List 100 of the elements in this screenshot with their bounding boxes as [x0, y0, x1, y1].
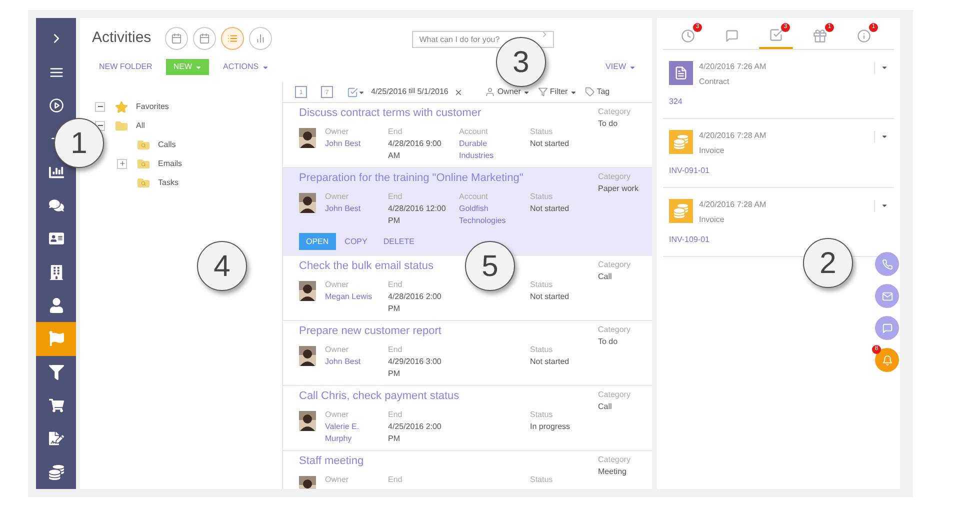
expand-toggle[interactable] — [117, 158, 127, 168]
contact-card-icon — [48, 231, 64, 246]
field-value: 4/28/2016 12:00 PM — [388, 203, 447, 227]
bell-icon — [882, 354, 892, 366]
field-value: In progress — [530, 421, 572, 433]
checkbox-icon — [769, 28, 783, 42]
field-label: Status — [530, 279, 554, 291]
field-label: Owner — [325, 409, 350, 421]
search-field[interactable]: What can I do for you? — [412, 31, 554, 48]
tag-icon — [584, 87, 595, 97]
activity-title[interactable]: Discuss contract terms with customer — [299, 106, 482, 121]
calendar-check-icon[interactable] — [347, 86, 365, 98]
person-icon — [485, 87, 496, 97]
field-value: Not started — [530, 356, 570, 368]
list-icon — [227, 32, 238, 44]
field-link[interactable]: Goldfish Technologies — [459, 203, 521, 227]
field-value: To do — [598, 336, 619, 348]
feed-link[interactable]: INV-091-01 — [669, 165, 888, 177]
gift-icon — [813, 29, 827, 43]
field-value: 4/29/2016 3:00 PM — [388, 356, 442, 380]
calendar-icon — [171, 32, 182, 44]
dropdown-icon[interactable] — [881, 202, 888, 209]
field-label: End — [388, 474, 404, 486]
activity-title[interactable]: Preparation for the training "Online Marketing" — [299, 171, 524, 186]
activity-title[interactable]: Prepare new customer report — [299, 324, 442, 339]
star-icon — [115, 100, 128, 112]
view-menu[interactable]: VIEW — [606, 61, 636, 73]
field-value: Call — [598, 401, 613, 413]
view-button[interactable] — [249, 26, 272, 50]
feed-date: 4/20/2016 7:28 AM — [699, 199, 768, 211]
flag-icon — [48, 331, 64, 346]
chat-icon — [882, 322, 892, 334]
folder-label[interactable]: Calls — [158, 138, 176, 150]
caret-icon — [629, 64, 636, 70]
folder-label[interactable]: Favorites — [136, 100, 169, 112]
chat-icon — [48, 198, 64, 213]
caret-icon — [195, 64, 202, 70]
coins-icon — [48, 464, 64, 480]
field-label: Category — [598, 259, 632, 271]
new-folder-link[interactable]: NEW FOLDER — [99, 61, 152, 73]
view-button[interactable] — [193, 26, 216, 50]
folder-icon — [137, 138, 150, 150]
field-label: Account — [459, 191, 489, 203]
calendar-icon — [199, 32, 210, 44]
open-button[interactable]: OPEN — [299, 233, 336, 250]
feed-link[interactable]: 324 — [669, 96, 888, 108]
info-icon — [857, 29, 871, 43]
row-action-button[interactable]: COPY — [338, 233, 374, 250]
field-link[interactable]: Valerie E. Murphy — [325, 421, 379, 445]
close-icon[interactable] — [454, 88, 464, 96]
field-value: To do — [598, 118, 619, 130]
field-link[interactable]: John Best — [325, 203, 379, 215]
view-button[interactable] — [165, 26, 188, 50]
coins-icon — [669, 130, 693, 154]
actions-menu[interactable]: ACTIONS — [223, 61, 269, 73]
document-edit-icon — [48, 431, 64, 446]
activity-title[interactable]: Call Chris, check payment status — [299, 389, 460, 404]
activity-title[interactable]: Staff meeting — [299, 454, 364, 469]
folder-label[interactable]: Tasks — [158, 176, 178, 188]
folder-label[interactable]: All — [136, 120, 145, 132]
field-value: Not started — [530, 203, 570, 215]
date-to: 5/1/2016 — [417, 86, 448, 98]
bar-chart-icon — [48, 164, 64, 180]
folder-label[interactable]: Emails — [158, 158, 182, 170]
feed-date: 4/20/2016 7:28 AM — [699, 130, 768, 142]
field-link[interactable]: John Best — [325, 356, 379, 368]
caret-icon — [262, 64, 269, 70]
caret-icon — [522, 88, 530, 96]
dropdown-icon[interactable] — [881, 133, 888, 140]
row-action-button[interactable]: DELETE — [376, 233, 422, 250]
field-label: Owner — [325, 474, 350, 486]
dropdown-icon[interactable] — [881, 64, 888, 71]
collapse-toggle[interactable] — [95, 102, 105, 112]
filter-menu[interactable]: Filter — [550, 86, 577, 98]
field-label: Account — [459, 126, 489, 138]
feed-type: Invoice — [699, 214, 726, 226]
tag-button[interactable]: Tag — [596, 86, 610, 98]
activity-title[interactable]: Check the bulk email status — [299, 259, 434, 274]
caret-icon — [570, 88, 577, 96]
chat-icon — [725, 29, 739, 43]
field-link[interactable]: Megan Lewis — [325, 291, 379, 303]
field-value: Call — [598, 271, 613, 283]
field-label: Status — [530, 126, 554, 138]
activity-row[interactable]: Preparation for the training "Online Marketing" Owner John Best End 4/28/2016 12:00 PM Account Goldfish Technologies Status Not started OPEN COPY DELETE Category Paper work — [283, 168, 652, 256]
field-value: Paper work — [598, 183, 640, 195]
field-value: Meeting — [598, 466, 628, 478]
field-label: Status — [530, 474, 554, 486]
coins-icon — [669, 199, 693, 223]
field-label: End — [388, 279, 404, 291]
folder-icon — [137, 176, 150, 188]
field-value: 4/28/2016 2:00 PM — [388, 291, 442, 315]
owner-filter[interactable]: Owner — [497, 86, 530, 98]
field-label: Category — [598, 106, 632, 118]
field-label: Category — [598, 454, 632, 466]
field-link[interactable]: John Best — [325, 138, 379, 150]
field-label: Status — [530, 344, 554, 356]
contract-icon — [669, 61, 693, 85]
page-title: Activities — [92, 28, 152, 48]
field-value: 4/25/2016 2:00 PM — [388, 421, 442, 445]
field-link[interactable]: Durable Industries — [459, 138, 521, 162]
